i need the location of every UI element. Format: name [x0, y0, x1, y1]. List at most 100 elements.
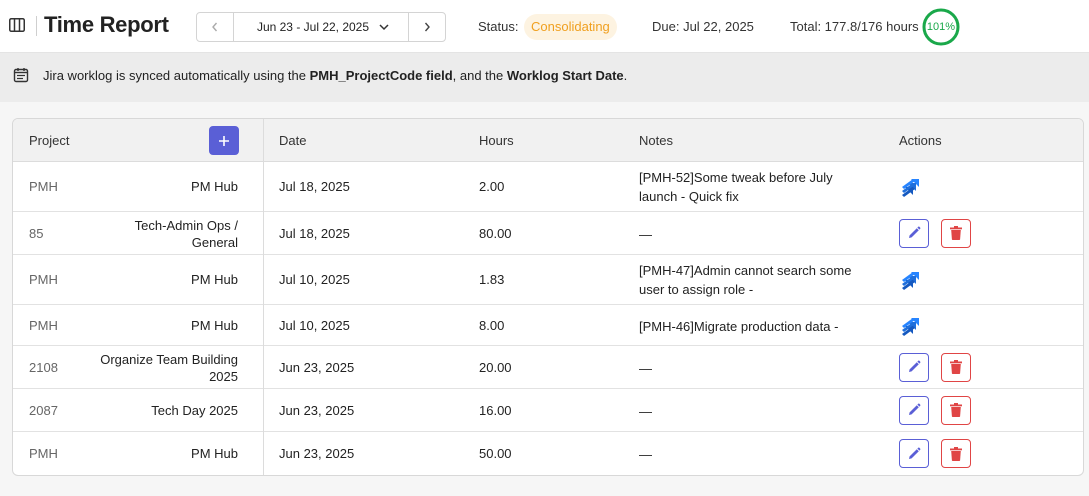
jira-icon[interactable] — [899, 269, 921, 291]
project-name: Tech-Admin Ops / General — [134, 217, 238, 250]
chevron-right-icon — [424, 22, 430, 32]
project-code: PMH — [29, 317, 58, 333]
chevron-left-icon — [212, 22, 218, 32]
info-field-name: PMH_ProjectCode field — [309, 68, 453, 83]
edit-button[interactable] — [899, 439, 929, 468]
column-header-project: Project — [29, 133, 70, 148]
page-title: Time Report — [44, 12, 169, 37]
info-text-part: , and the — [452, 68, 507, 83]
entry-date: Jul 18, 2025 — [279, 179, 350, 194]
table-row: PMH PM Hub Jul 18, 2025 2.00 [PMH-52]Some tw… — [13, 162, 1083, 212]
entry-date: Jun 23, 2025 — [279, 359, 355, 375]
date-range-label: Jun 23 - Jul 22, 2025 — [256, 20, 370, 34]
delete-button[interactable] — [941, 352, 971, 382]
entry-hours: 20.00 — [479, 359, 512, 375]
delete-button[interactable] — [941, 439, 971, 468]
table-row: 2108 Organize Team Building 2025 Jun 23, 2… — [13, 346, 1083, 389]
column-header-hours: Hours — [479, 133, 514, 148]
progress-percent: 101% — [926, 21, 956, 33]
entry-date: Jun 23, 2025 — [279, 446, 355, 461]
row-actions — [899, 352, 971, 382]
row-actions — [899, 176, 921, 198]
pencil-icon — [909, 226, 921, 238]
entry-hours: 8.00 — [479, 317, 505, 333]
entry-notes: — — [639, 403, 652, 419]
trash-icon — [950, 360, 962, 374]
table-row: PMH PM Hub Jun 23, 2025 50.00 — — [13, 432, 1083, 475]
row-actions — [899, 439, 971, 468]
column-header-date: Date — [279, 133, 307, 148]
project-code: PMH — [29, 272, 58, 287]
entry-hours: 16.00 — [479, 402, 512, 418]
title-divider — [36, 16, 37, 36]
info-text-part: Jira worklog is synced automatically usi… — [43, 68, 310, 83]
info-text-part: . — [623, 68, 628, 83]
column-header-notes: Notes — [639, 133, 673, 148]
table-header: Project Date Hours Notes Actions — [13, 119, 1083, 162]
project-name: PM Hub — [191, 179, 238, 194]
trash-icon — [950, 403, 962, 417]
entry-hours: 50.00 — [479, 446, 512, 461]
project-code: PMH — [29, 446, 58, 461]
trash-icon — [950, 446, 962, 461]
time-entries-table: Project Date Hours Notes Actions PMH PM H… — [12, 118, 1084, 476]
next-period-button[interactable] — [408, 13, 445, 41]
status-label: Status: — [478, 19, 519, 34]
entry-notes: — — [639, 360, 652, 376]
project-name: Tech Day 2025 — [151, 402, 238, 418]
entry-date: Jul 10, 2025 — [279, 272, 350, 287]
calendar-icon — [13, 68, 29, 83]
entry-notes: [PMH-46]Migrate production data - — [639, 318, 839, 334]
sidebar-toggle-icon[interactable] — [9, 18, 25, 32]
row-actions — [899, 269, 921, 291]
table-row: 85 Tech-Admin Ops / General Jul 18, 2025 80… — [13, 212, 1083, 255]
entry-date: Jul 10, 2025 — [279, 317, 350, 333]
entry-notes: [PMH-52]Some tweak before July launch - … — [639, 170, 833, 204]
entry-hours: 2.00 — [479, 179, 505, 194]
due-date: Due: Jul 22, 2025 — [652, 19, 754, 34]
trash-icon — [950, 226, 962, 240]
chevron-down-icon — [379, 23, 389, 30]
date-range-navigator: Jun 23 - Jul 22, 2025 — [196, 12, 446, 42]
jira-icon[interactable] — [899, 176, 921, 198]
previous-period-button[interactable] — [197, 13, 234, 41]
pencil-icon — [909, 447, 921, 459]
row-actions — [899, 315, 921, 337]
pencil-icon — [909, 403, 921, 415]
delete-button[interactable] — [941, 218, 971, 248]
project-name: PM Hub — [191, 272, 238, 287]
info-text: Jira worklog is synced automatically usi… — [43, 68, 627, 83]
entry-hours: 1.83 — [479, 272, 505, 287]
row-actions — [899, 218, 971, 248]
plus-icon — [219, 135, 229, 146]
entry-notes: [PMH-47]Admin cannot search some user to… — [639, 263, 852, 297]
entry-date: Jul 18, 2025 — [279, 225, 350, 241]
entry-notes: — — [639, 447, 652, 462]
info-field-name: Worklog Start Date — [506, 68, 624, 83]
table-row: PMH PM Hub Jul 10, 2025 8.00 [PMH-46]Migrate… — [13, 305, 1083, 346]
column-header-actions: Actions — [899, 133, 942, 148]
add-entry-button[interactable] — [209, 126, 239, 155]
top-bar: Time Report Jun 23 - Jul 22, 2025 Status… — [0, 0, 1089, 53]
total-hours: Total: 177.8/176 hours — [790, 19, 919, 34]
project-name: PM Hub — [191, 446, 238, 461]
entry-date: Jun 23, 2025 — [279, 402, 355, 418]
project-name: Organize Team Building 2025 — [100, 351, 238, 384]
project-name: PM Hub — [191, 317, 238, 333]
table-row: 2087 Tech Day 2025 Jun 23, 2025 16.00 — — [13, 389, 1083, 432]
edit-button[interactable] — [899, 218, 929, 248]
date-range-select[interactable]: Jun 23 - Jul 22, 2025 — [234, 13, 408, 41]
info-banner: Jira worklog is synced automatically usi… — [0, 53, 1089, 102]
entry-hours: 80.00 — [479, 225, 512, 241]
project-code: 2108 — [29, 359, 58, 375]
table-row: PMH PM Hub Jul 10, 2025 1.83 [PMH-47]Admin c… — [13, 255, 1083, 305]
project-code: 2087 — [29, 402, 58, 418]
row-actions — [899, 395, 971, 425]
pencil-icon — [909, 360, 921, 372]
jira-icon[interactable] — [899, 315, 921, 337]
delete-button[interactable] — [941, 395, 971, 425]
edit-button[interactable] — [899, 352, 929, 382]
status-badge: Consolidating — [524, 14, 617, 40]
edit-button[interactable] — [899, 395, 929, 425]
column-divider — [263, 119, 264, 475]
